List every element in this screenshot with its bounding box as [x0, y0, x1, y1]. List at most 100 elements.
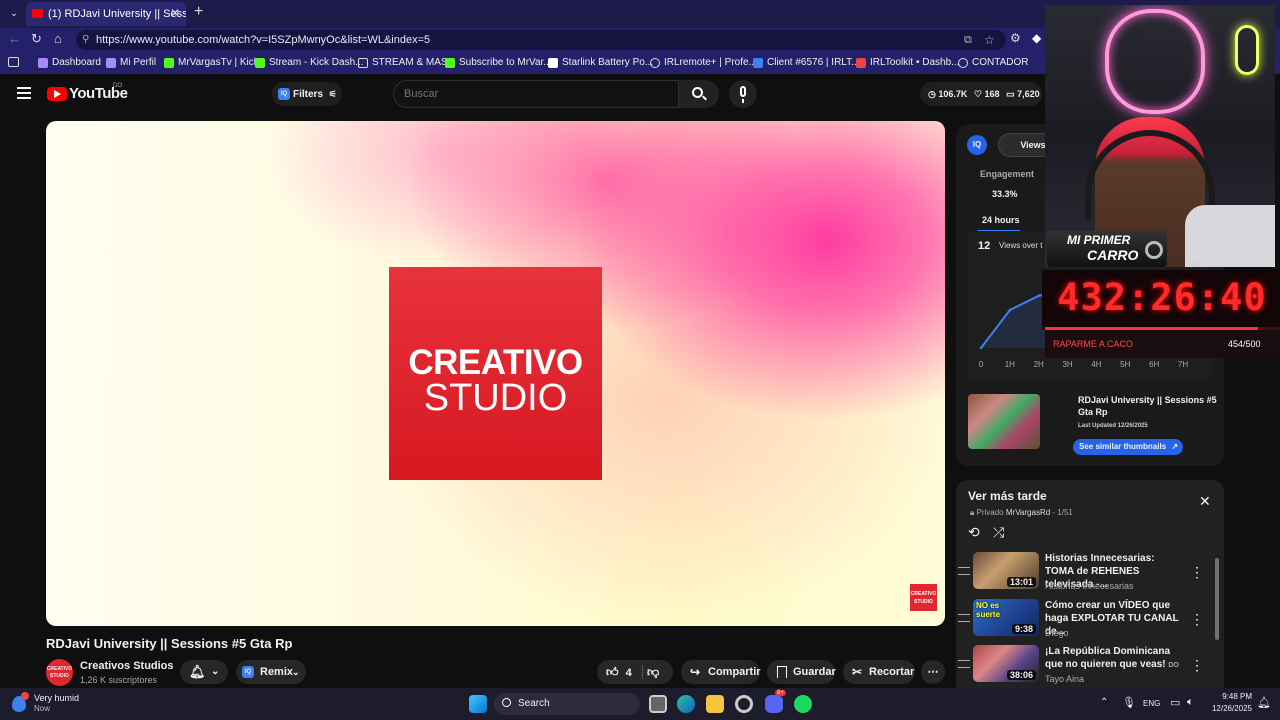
browser-tab[interactable]: (1) RDJavi University || Sessions #5 Gta… — [26, 2, 186, 26]
x-tick-label: 1H — [1005, 360, 1015, 369]
stream-timer: 432:26:40 — [1042, 270, 1280, 330]
windows-start-icon[interactable] — [469, 695, 487, 713]
bookmark-mi-perfil[interactable]: Mi Perfil — [106, 56, 156, 70]
streamer-webcam-overlay: MI PRIMER CARRO 24 — [1045, 5, 1275, 267]
volume-icon[interactable]: 🔈︎ — [1187, 696, 1194, 709]
video-stats: ◷ 106.7K ♡ 168 ▭ 7,620 — [920, 82, 1042, 106]
playlist-thumbnail[interactable]: 38:06 — [973, 645, 1039, 682]
favorite-star-icon[interactable]: ☆ — [984, 30, 995, 50]
views-point — [979, 346, 983, 350]
clock-date[interactable]: 12/26/2025 — [1204, 704, 1252, 713]
like-button[interactable]: 👍︎ 4 — [597, 660, 641, 684]
bookmark-contador[interactable]: CONTADOR — [958, 56, 1028, 70]
drag-handle-icon[interactable] — [958, 614, 970, 622]
playlist-item[interactable]: NO es suerte 9:38 Cómo crear un VÍDEO qu… — [958, 599, 1223, 643]
wheel-icon — [1145, 241, 1163, 259]
see-similar-thumbnails-button[interactable]: See similar thumbnails ↗ — [1073, 439, 1183, 455]
search-box[interactable] — [393, 80, 679, 108]
language-indicator[interactable]: ENG — [1143, 699, 1160, 708]
wallet-icon[interactable]: ◆ — [1032, 31, 1041, 45]
playlist-item[interactable]: 13:01 Historias Innecesarias: TOMA de RE… — [958, 552, 1223, 596]
goal-label: RAPARME A CACO — [1053, 339, 1133, 349]
playlist-close-button[interactable]: ✕ — [1199, 493, 1211, 510]
bookmark-irlremote[interactable]: IRLremote+ | Profe... — [650, 56, 757, 70]
tab-list-icon[interactable]: ⌄ — [6, 6, 22, 22]
chevron-down-icon: ⌄ — [292, 667, 300, 677]
new-tab-icon[interactable]: + — [194, 3, 203, 21]
goal-count: 454/500 — [1228, 339, 1261, 349]
goal-progress-fill — [1045, 327, 1259, 330]
drag-handle-icon[interactable] — [958, 567, 970, 575]
bookmark-starlink[interactable]: Starlink Battery Po... — [548, 56, 653, 70]
external-link-icon: ↗ — [1171, 442, 1179, 451]
range-24h-tab[interactable]: 24 hours — [982, 215, 1020, 225]
home-icon[interactable]: ⌂ — [54, 31, 62, 46]
channel-avatar[interactable]: CREATIVO STUDIO — [46, 659, 73, 686]
bookmark-client[interactable]: Client #6576 | IRLT... — [753, 56, 859, 70]
filters-button[interactable]: IQ Filters ⚟ — [272, 82, 342, 106]
like-dislike-group: 👍︎ 4 👎︎ — [597, 660, 673, 684]
extensions-icon[interactable]: ⚙ — [1010, 31, 1021, 45]
bookmark-irltoolkit[interactable]: IRLToolkit • Dashb... — [856, 56, 959, 70]
kick-icon — [164, 58, 174, 68]
weather-widget[interactable]: Very humid Now — [10, 692, 100, 716]
notifications-button[interactable]: 🔔︎ ⌄ — [180, 660, 228, 684]
share-button[interactable]: ↪ Compartir — [681, 660, 761, 684]
search-input[interactable] — [404, 86, 664, 102]
menu-icon[interactable] — [17, 87, 31, 99]
bookmark-dashboard[interactable]: Dashboard — [38, 56, 101, 70]
playlist-title: Ver más tarde — [968, 489, 1047, 503]
network-icon[interactable]: ▭ — [1170, 696, 1180, 709]
channel-watermark[interactable]: CREATIVO STUDIO — [910, 584, 937, 611]
tray-overflow-icon[interactable]: ⌃ — [1100, 697, 1108, 708]
tab-title: (1) RDJavi University || Sessions #5 Gta… — [48, 8, 186, 20]
playlist-thumbnail[interactable]: NO es suerte 9:38 — [973, 599, 1039, 636]
drag-handle-icon[interactable] — [958, 660, 970, 668]
x-tick-label: 7H — [1178, 360, 1188, 369]
clock-time[interactable]: 9:48 PM — [1214, 692, 1252, 701]
open-in-app-icon[interactable]: ⧉ — [964, 30, 972, 50]
reload-icon[interactable]: ↻ — [31, 31, 42, 47]
video-title: RDJavi University || Sessions #5 Gta Rp — [46, 636, 293, 651]
back-icon[interactable]: ← — [8, 31, 21, 46]
more-actions-button[interactable]: ⋯ — [921, 660, 945, 684]
playlist-thumbnail[interactable]: 13:01 — [973, 552, 1039, 589]
task-view-icon[interactable] — [649, 695, 667, 713]
bookmark-kick-dash[interactable]: Stream - Kick Dash... — [255, 56, 363, 70]
video-player[interactable]: CREATIVO STUDIO CREATIVO STUDIO — [46, 121, 945, 626]
similar-thumbnail[interactable] — [968, 394, 1040, 449]
playlist-item[interactable]: 38:06 ¡La República Dominicana que no qu… — [958, 645, 1223, 689]
voice-search-button[interactable] — [729, 80, 757, 108]
taskbar-search[interactable]: Search — [494, 693, 640, 715]
channel-name[interactable]: Creativos Studios — [80, 660, 174, 672]
engagement-value: 33.3% — [992, 189, 1018, 199]
save-button[interactable]: Guardar — [767, 660, 836, 684]
url-field[interactable]: ⚲ https://www.youtube.com/watch?v=I5SZpM… — [76, 30, 1006, 50]
close-tab-icon[interactable]: ✕ — [170, 6, 180, 20]
bookmark-kick[interactable]: MrVargasTv | Kick — [164, 56, 259, 70]
bookmarks-icon[interactable] — [8, 57, 19, 67]
bell-icon: 🔔︎ — [189, 664, 206, 679]
chrome-icon[interactable] — [735, 695, 753, 713]
bookmark-subscribe[interactable]: Subscribe to MrVar... — [445, 56, 552, 70]
site-info-icon[interactable]: ⚲ — [82, 30, 89, 50]
microphone-tray-icon[interactable]: 🎙︎ — [1122, 696, 1136, 709]
bookmark-folder-stream[interactable]: STREAM & MAS — [358, 56, 448, 70]
playlist-item-channel: Diego — [1045, 628, 1069, 638]
loop-icon[interactable]: ⟲ — [968, 524, 980, 541]
spotify-icon[interactable] — [794, 695, 812, 713]
discord-icon[interactable]: 9+ — [765, 690, 786, 713]
views-point — [1037, 294, 1040, 297]
search-button[interactable] — [679, 80, 719, 108]
clip-button[interactable]: ✂ Recortar — [843, 660, 915, 684]
more-vertical-icon[interactable]: ⋮ — [1190, 564, 1204, 581]
remix-button[interactable]: IQ Remix ⌄ — [236, 660, 306, 684]
shuffle-icon[interactable]: ⤮ — [993, 524, 1004, 541]
file-explorer-icon[interactable] — [706, 695, 724, 713]
notification-bell-icon[interactable]: 🔔︎ — [1257, 696, 1271, 709]
edge-icon[interactable] — [677, 695, 695, 713]
dislike-button[interactable]: 👎︎ — [647, 660, 673, 684]
more-vertical-icon[interactable]: ⋮ — [1190, 611, 1204, 628]
more-vertical-icon[interactable]: ⋮ — [1190, 657, 1204, 674]
similar-title: RDJavi University || Sessions #5 Gta Rp — [1078, 395, 1217, 417]
